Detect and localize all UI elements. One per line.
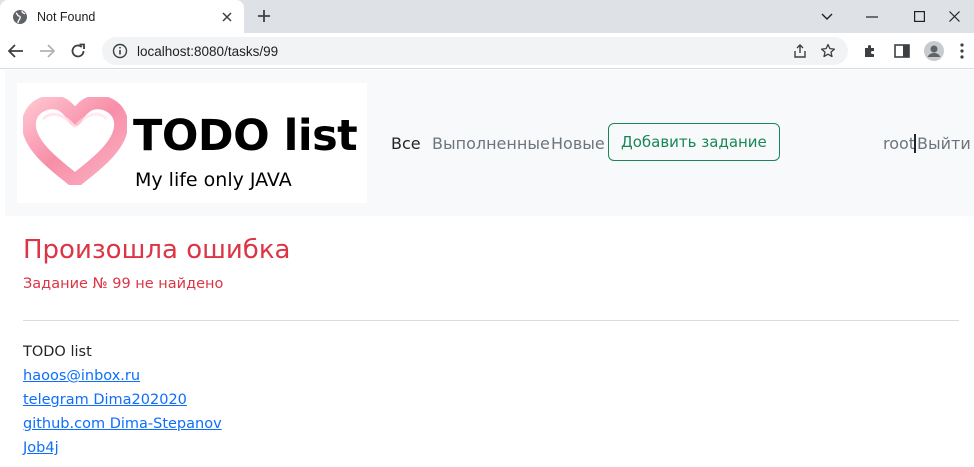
globe-icon [12,9,28,25]
new-tab-button[interactable] [252,4,276,28]
add-task-button[interactable]: Добавить задание [608,123,780,161]
current-user[interactable]: root [883,134,915,153]
footer-link-github[interactable]: github.com Dima-Stepanov [23,412,222,436]
error-message: Задание № 99 не найдено [23,276,224,292]
user-separator [914,134,916,153]
tab-search-icon[interactable] [803,0,851,33]
divider [23,320,959,321]
close-tab-icon[interactable] [216,6,238,28]
nav-all[interactable]: Все [391,134,421,153]
error-title: Произошла ошибка [23,235,291,265]
extensions-icon[interactable] [856,37,884,65]
menu-dots-icon[interactable] [950,37,974,65]
minimize-icon[interactable] [848,0,896,33]
close-window-icon[interactable] [934,0,974,33]
logout-link[interactable]: Выйти [917,134,971,153]
tab-title: Not Found [37,9,96,24]
brand-logo[interactable]: TODO list My life only JAVA [17,83,367,203]
footer-link-job4j[interactable]: Job4j [23,436,222,460]
browser-toolbar: localhost:8080/tasks/99 [0,33,974,69]
footer: TODO list haoos@inbox.ru telegram Dima20… [23,340,222,460]
footer-title: TODO list [23,344,92,360]
footer-link-telegram[interactable]: telegram Dima202020 [23,388,222,412]
back-arrow-icon[interactable] [2,37,30,65]
browser-tab[interactable]: Not Found [0,0,244,33]
footer-link-email[interactable]: haoos@inbox.ru [23,364,222,388]
forward-arrow-icon[interactable] [33,37,61,65]
site-navbar: TODO list My life only JAVA Все Выполнен… [5,70,974,216]
profile-avatar-icon[interactable] [920,37,948,65]
site-info-icon[interactable] [112,43,128,59]
share-icon[interactable] [786,37,814,65]
bookmark-star-icon[interactable] [814,37,842,65]
nav-completed[interactable]: Выполненные [432,134,550,153]
brand-title: TODO list [133,111,358,161]
browser-tabstrip: Not Found [0,0,974,33]
heart-logo-icon [23,97,127,185]
url-text[interactable]: localhost:8080/tasks/99 [137,44,786,59]
reload-icon[interactable] [64,37,92,65]
side-panel-icon[interactable] [888,37,916,65]
brand-subtitle: My life only JAVA [135,169,292,191]
nav-new[interactable]: Новые [551,134,605,153]
address-bar[interactable]: localhost:8080/tasks/99 [102,37,848,65]
